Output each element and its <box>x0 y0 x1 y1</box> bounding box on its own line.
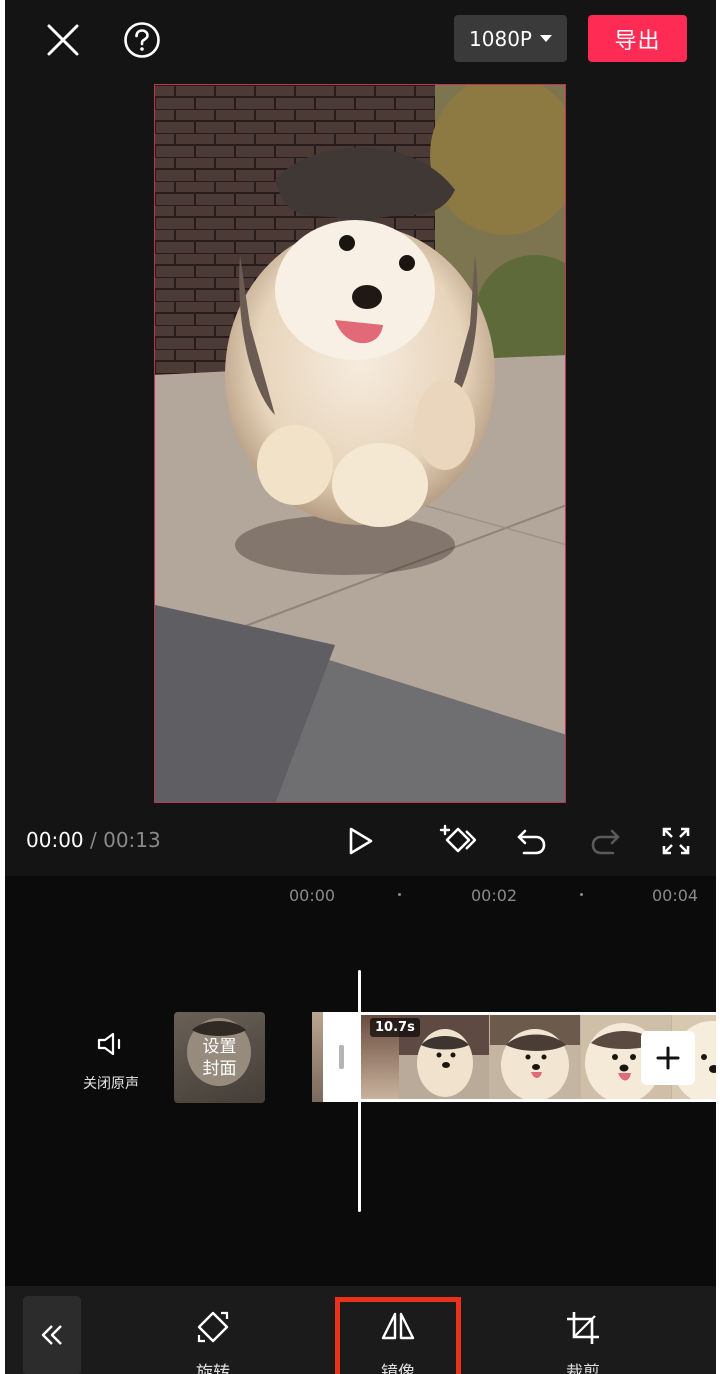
caret-down-icon <box>539 35 552 42</box>
help-button[interactable] <box>122 20 162 60</box>
trim-grip <box>339 1045 344 1069</box>
set-cover-button[interactable]: 设置 封面 <box>174 1012 265 1103</box>
rotate-icon <box>197 1311 229 1343</box>
time-separator: / <box>83 828 104 852</box>
playhead[interactable] <box>358 970 361 1212</box>
mute-original-label[interactable]: 关闭原声 <box>71 1073 151 1093</box>
time-tick: 00:00 <box>289 886 336 905</box>
crop-label: 裁剪 <box>566 1363 600 1374</box>
rotate-tool[interactable]: 旋转 <box>153 1286 273 1374</box>
clip-duration-badge: 10.7s <box>370 1018 420 1037</box>
total-time: 00:13 <box>103 828 161 852</box>
crop-tool[interactable]: 裁剪 <box>523 1286 643 1374</box>
collapse-button[interactable] <box>23 1296 81 1374</box>
export-label: 导出 <box>614 28 661 54</box>
cover-label: 设置 封面 <box>174 1036 265 1080</box>
video-editor: 1080P 导出 00:00 / 00:13 00:00 00:02 00:04… <box>5 0 716 1374</box>
tick-dot <box>580 893 583 896</box>
crop-icon <box>567 1312 599 1344</box>
video-preview[interactable] <box>154 84 566 803</box>
play-icon <box>349 827 373 855</box>
resolution-label: 1080P <box>469 26 532 51</box>
speaker-icon <box>97 1032 121 1056</box>
keyframe-icon <box>439 824 477 853</box>
time-tick: 00:02 <box>471 886 518 905</box>
mute-original-button[interactable] <box>91 1026 131 1062</box>
mirror-highlight-box <box>335 1297 461 1374</box>
tick-dot <box>398 893 401 896</box>
undo-button[interactable] <box>513 822 551 860</box>
rotate-label: 旋转 <box>196 1363 230 1374</box>
keyframe-button[interactable] <box>438 820 478 860</box>
plus-icon <box>656 1046 680 1070</box>
redo-button[interactable] <box>586 822 624 860</box>
close-icon <box>47 24 79 56</box>
double-chevron-left-icon <box>41 1325 62 1345</box>
resolution-selector[interactable]: 1080P <box>454 15 567 62</box>
add-clip-button[interactable] <box>641 1031 695 1085</box>
clip-frame <box>490 1015 581 1099</box>
close-button[interactable] <box>43 20 83 60</box>
fullscreen-icon <box>662 827 690 855</box>
export-button[interactable]: 导出 <box>588 15 687 62</box>
time-tick: 00:04 <box>652 886 699 905</box>
time-display: 00:00 / 00:13 <box>26 828 161 852</box>
undo-icon <box>517 829 546 855</box>
play-button[interactable] <box>343 823 379 859</box>
redo-icon <box>591 829 620 855</box>
current-time: 00:00 <box>26 828 84 852</box>
fullscreen-button[interactable] <box>657 822 695 860</box>
cover-label-line2: 封面 <box>202 1059 237 1079</box>
clip-trim-handle[interactable] <box>323 1012 361 1102</box>
help-icon <box>124 22 160 58</box>
cover-label-line1: 设置 <box>202 1037 237 1057</box>
puppy-video-frame <box>155 85 565 802</box>
